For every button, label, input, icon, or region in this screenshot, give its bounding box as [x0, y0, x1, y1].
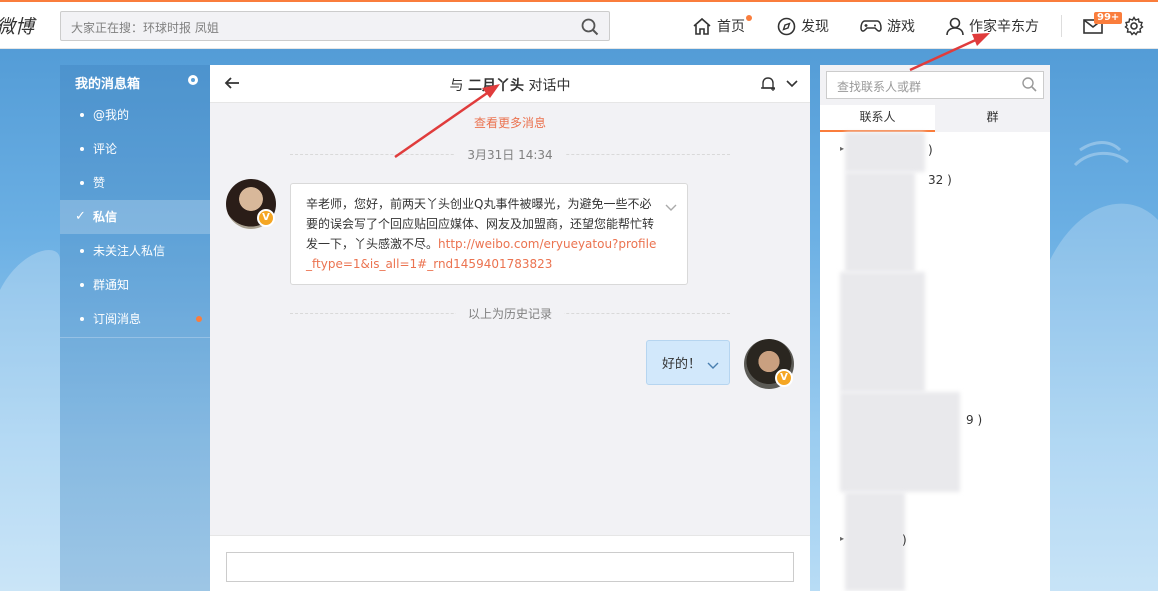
search-icon[interactable]	[581, 18, 599, 39]
search-icon[interactable]	[1022, 77, 1037, 95]
settings-gear-icon[interactable]	[1124, 16, 1144, 39]
bullet-icon	[80, 317, 84, 321]
sidebar-item-subscriptions[interactable]: 订阅消息	[60, 302, 210, 336]
chat-title: 与 二月丫头 对话中	[210, 75, 810, 95]
contact-count-fragment: 9 )	[966, 413, 983, 427]
outgoing-message-text: 好的！	[662, 357, 702, 372]
tab-groups[interactable]: 群	[935, 105, 1050, 132]
nav-games-label: 游戏	[887, 19, 915, 35]
nav-discover-label: 发现	[801, 19, 829, 35]
timestamp-text: 3月31日 14:34	[455, 148, 565, 162]
contact-search-input[interactable]: 查找联系人或群	[826, 71, 1044, 99]
nav-profile[interactable]: 作家辛东方	[946, 16, 1039, 36]
sidebar-item-label: 订阅消息	[93, 312, 142, 326]
chat-panel: 与 二月丫头 对话中 查看更多消息 3月31日 14:34 V 辛老师，您好，前…	[210, 65, 810, 591]
bullet-icon	[80, 113, 84, 117]
checkmark-icon: ✓	[75, 209, 86, 224]
sidebar-item-group-notifications[interactable]: 群通知	[60, 268, 210, 302]
gamepad-icon	[860, 20, 882, 32]
expand-arrow-icon[interactable]: ▸	[840, 144, 844, 153]
sidebar-item-label: 未关注人私信	[93, 244, 166, 258]
sidebar-item-label: 群通知	[93, 278, 130, 292]
verified-badge-icon: V	[775, 369, 793, 387]
nav-home[interactable]: 首页	[692, 16, 745, 36]
nav-discover[interactable]: 发现	[777, 16, 829, 36]
blurred-contact	[840, 272, 925, 392]
message-sidebar: 我的消息箱 @我的 评论 赞 ✓ 私信 未关注人私信 群通知 订阅消息	[60, 65, 210, 591]
sidebar-item-label: 赞	[93, 176, 106, 190]
message-timestamp: 3月31日 14:34	[210, 146, 810, 163]
sidebar-item-mentions[interactable]: @我的	[60, 98, 210, 132]
blurred-contact	[840, 392, 960, 492]
global-search-input[interactable]: 大家正在搜：环球时报 凤姐	[60, 11, 610, 41]
sidebar-item-label: 评论	[93, 142, 118, 156]
chat-title-prefix: 与	[449, 78, 464, 94]
nav-divider	[1061, 15, 1062, 37]
sidebar-divider	[60, 337, 210, 338]
outgoing-message-bubble: 好的！	[646, 340, 730, 385]
nav-home-label: 首页	[717, 19, 745, 35]
chat-header: 与 二月丫头 对话中	[210, 65, 810, 103]
home-icon	[693, 17, 711, 35]
sidebar-item-label: @我的	[93, 108, 130, 122]
incoming-message-bubble: 辛老师，您好，前两天丫头创业Q丸事件被曝光，为避免一些不必要的误会写了个回应贴回…	[290, 183, 688, 285]
bullet-icon	[80, 283, 84, 287]
bullet-icon	[80, 147, 84, 151]
contact-count-fragment: )	[902, 533, 907, 547]
contact-search-placeholder: 查找联系人或群	[837, 80, 922, 94]
message-count-badge: 99+	[1094, 12, 1123, 24]
user-icon	[946, 17, 964, 35]
blurred-contact	[845, 132, 925, 172]
chat-title-suffix: 对话中	[528, 78, 571, 94]
contact-count-fragment: )	[928, 143, 933, 157]
expand-arrow-icon[interactable]: ▸	[840, 534, 844, 543]
tab-contacts[interactable]: 联系人	[820, 105, 935, 132]
top-navigation-bar: 微博 大家正在搜：环球时报 凤姐 首页 发现 游戏 作家辛东方 99+	[0, 0, 1158, 49]
chevron-down-icon[interactable]	[707, 359, 719, 374]
chevron-down-icon[interactable]	[785, 78, 799, 92]
message-input[interactable]	[226, 552, 794, 582]
blurred-contact	[845, 172, 915, 272]
contacts-tabs: 联系人 群	[820, 105, 1050, 132]
home-notification-dot	[746, 15, 752, 21]
message-box-title: 我的消息箱	[75, 77, 141, 92]
history-note: 以上为历史记录	[210, 305, 810, 322]
bullet-icon	[80, 181, 84, 185]
sidebar-item-comments[interactable]: 评论	[60, 132, 210, 166]
contact-list: ▸ ) 32 ) 9 ) ▸ )	[820, 132, 1050, 591]
subscription-notification-dot	[196, 316, 202, 322]
compass-icon	[777, 17, 796, 35]
search-placeholder: 大家正在搜：环球时报 凤姐	[71, 21, 219, 35]
contacts-panel: 查找联系人或群 联系人 群 ▸ ) 32 ) 9 ) ▸ )	[820, 65, 1050, 591]
sidebar-item-private-messages[interactable]: ✓ 私信	[60, 200, 210, 234]
sidebar-item-unfollowed-messages[interactable]: 未关注人私信	[60, 234, 210, 268]
history-note-text: 以上为历史记录	[455, 307, 564, 321]
nav-profile-label: 作家辛东方	[969, 19, 1039, 35]
blurred-contact	[845, 492, 905, 591]
chat-contact-name[interactable]: 二月丫头	[468, 78, 524, 94]
weibo-logo[interactable]: 微博	[0, 12, 34, 39]
chevron-down-icon[interactable]	[665, 198, 677, 218]
load-more-messages-link[interactable]: 查看更多消息	[210, 114, 810, 131]
verified-badge-icon: V	[257, 209, 275, 227]
bullet-icon	[80, 249, 84, 253]
message-input-area	[210, 535, 810, 591]
message-settings-gear-icon[interactable]	[186, 73, 200, 90]
nav-games[interactable]: 游戏	[860, 16, 915, 36]
sidebar-item-label: 私信	[93, 210, 118, 224]
add-contact-icon[interactable]	[760, 76, 776, 95]
sidebar-item-likes[interactable]: 赞	[60, 166, 210, 200]
contact-count-fragment: 32 )	[928, 173, 952, 187]
